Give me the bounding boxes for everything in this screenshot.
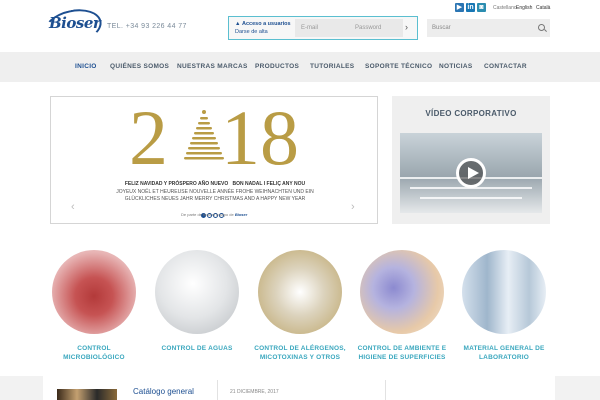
year-digit-left: 2 xyxy=(129,94,168,181)
category-label-microbiologico[interactable]: CONTROL MICROBIOLÓGICO xyxy=(39,344,149,362)
news-date: 21 DICIEMBRE, 2017 xyxy=(230,389,279,395)
christmas-tree-icon xyxy=(184,110,224,160)
nav-contactar[interactable]: CONTACTAR xyxy=(484,63,527,70)
catalog-thumbnail[interactable] xyxy=(57,389,117,400)
category-image-laboratorio[interactable] xyxy=(462,250,546,334)
slideshare-icon[interactable]: ◙ xyxy=(477,3,486,12)
youtube-icon[interactable]: ▶ xyxy=(455,3,464,12)
catalog-link[interactable]: Catálogo general xyxy=(133,387,194,396)
user-icon: ▲ xyxy=(235,21,242,27)
user-access-link[interactable]: ▲ Acceso a usuarios xyxy=(235,20,291,28)
play-icon[interactable] xyxy=(456,158,486,188)
nav-nuestras-marcas[interactable]: NUESTRAS MARCAS xyxy=(177,63,248,70)
nav-soporte-tecnico[interactable]: SOPORTE TÉCNICO xyxy=(365,63,432,70)
search-icon[interactable] xyxy=(538,24,545,31)
slider-prev-arrow[interactable]: ‹ xyxy=(71,201,75,213)
hero-slider[interactable]: 2 18 FELIZ NAVIDAD Y PRÓSPERO AÑO NUEVO … xyxy=(50,96,378,224)
footer-content xyxy=(43,376,555,400)
nav-tutoriales[interactable]: TUTORIALES xyxy=(310,63,354,70)
nav-productos[interactable]: PRODUCTOS xyxy=(255,63,299,70)
phone-number: TEL. +34 93 226 44 77 xyxy=(107,23,187,30)
lang-castellano[interactable]: Castellano xyxy=(493,5,517,11)
nav-noticias[interactable]: NOTICIAS xyxy=(439,63,472,70)
category-label-alergenos[interactable]: CONTROL DE ALÉRGENOS, MICOTOXINAS Y OTRO… xyxy=(245,344,355,362)
email-field[interactable]: E-mail xyxy=(295,19,349,37)
password-field[interactable]: Password xyxy=(349,19,403,37)
greeting-line-3: GLÜCKLICHES NEUES JAHR MERRY CHRISTMAS A… xyxy=(124,196,306,202)
category-label-aguas[interactable]: CONTROL DE AGUAS xyxy=(142,344,252,353)
search-input[interactable]: Buscar xyxy=(427,19,550,37)
search-placeholder: Buscar xyxy=(432,25,451,31)
greeting-line-1: FELIZ NAVIDAD Y PRÓSPERO AÑO NUEVO BON N… xyxy=(124,181,306,187)
category-image-ambiente[interactable] xyxy=(360,250,444,334)
slider-next-arrow[interactable]: › xyxy=(351,201,355,213)
main-nav: INICIO QUIÉNES SOMOS NUESTRAS MARCAS PRO… xyxy=(0,52,600,82)
site-header: Bioser TEL. +34 93 226 44 77 ▶ in ◙ Cast… xyxy=(0,0,600,52)
nav-quienes-somos[interactable]: QUIÉNES SOMOS xyxy=(110,63,169,70)
video-panel: VÍDEO CORPORATIVO xyxy=(392,96,550,224)
chevron-right-icon[interactable]: › xyxy=(405,22,408,32)
login-box: ▲ Acceso a usuarios Darse de alta E-mail… xyxy=(228,16,418,40)
lang-catala[interactable]: Català xyxy=(536,5,550,11)
category-image-microbiologico[interactable] xyxy=(52,250,136,334)
slide-signature: De parte de todo el equipo de Bioser xyxy=(181,212,248,217)
lang-english[interactable]: English xyxy=(516,5,532,11)
divider xyxy=(385,380,386,400)
year-digits-right: 18 xyxy=(221,94,299,181)
site-logo[interactable]: Bioser xyxy=(49,14,101,32)
category-label-laboratorio[interactable]: MATERIAL GENERAL DE LABORATORIO xyxy=(449,344,559,362)
category-label-ambiente[interactable]: CONTROL DE AMBIENTE E HIGIENE DE SUPERFI… xyxy=(347,344,457,362)
video-thumbnail[interactable] xyxy=(400,133,542,213)
category-image-aguas[interactable] xyxy=(155,250,239,334)
register-link[interactable]: Darse de alta xyxy=(235,28,291,36)
linkedin-icon[interactable]: in xyxy=(466,3,475,12)
divider xyxy=(217,380,218,400)
mini-logo: Bioser xyxy=(234,212,248,217)
greeting-line-2: JOYEUX NOËL ET HEUREUSE NOUVELLE ANNÉE F… xyxy=(116,189,314,195)
video-title: VÍDEO CORPORATIVO xyxy=(425,109,517,118)
nav-inicio[interactable]: INICIO xyxy=(75,63,97,70)
category-image-alergenos[interactable] xyxy=(258,250,342,334)
